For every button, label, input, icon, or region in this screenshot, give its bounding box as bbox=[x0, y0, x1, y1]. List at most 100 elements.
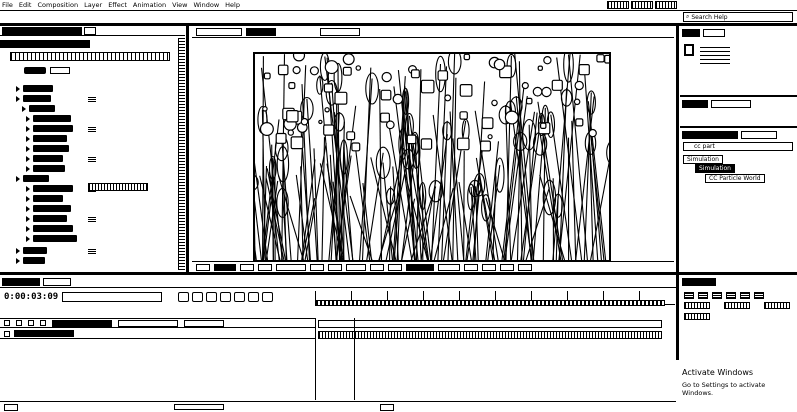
menu-window[interactable]: Window bbox=[194, 1, 220, 9]
layer-select[interactable] bbox=[10, 52, 170, 61]
zoom-slider[interactable] bbox=[174, 404, 224, 410]
disclosure-triangle-icon[interactable] bbox=[16, 95, 20, 102]
fast-previews-icon[interactable] bbox=[482, 263, 496, 271]
effect-property-value[interactable] bbox=[88, 248, 96, 254]
effect-property-value[interactable] bbox=[88, 96, 96, 102]
align-left-icon[interactable] bbox=[684, 292, 694, 299]
parent-column[interactable] bbox=[184, 319, 224, 327]
menu-composition[interactable]: Composition bbox=[37, 1, 78, 9]
align-right-icon[interactable] bbox=[712, 292, 722, 299]
composition-frame[interactable] bbox=[253, 52, 611, 262]
current-time-display[interactable]: 0:00:03:09 bbox=[4, 292, 58, 302]
timeline-icon[interactable] bbox=[500, 263, 514, 271]
effect-property-row[interactable] bbox=[16, 174, 49, 183]
composition-mini-flowchart-icon[interactable] bbox=[178, 292, 189, 302]
justify-center-icon[interactable] bbox=[740, 292, 750, 299]
disclosure-triangle-icon[interactable] bbox=[26, 195, 30, 202]
disclosure-triangle-icon[interactable] bbox=[16, 85, 20, 92]
tab-effect-controls[interactable] bbox=[2, 26, 82, 35]
disclosure-triangle-icon[interactable] bbox=[26, 145, 30, 152]
effects-category[interactable]: Simulation bbox=[683, 155, 723, 164]
menu-effect[interactable]: Effect bbox=[108, 1, 127, 9]
current-time-indicator[interactable] bbox=[354, 318, 355, 400]
brainstorm-icon[interactable] bbox=[248, 292, 259, 302]
effect-property-row[interactable] bbox=[26, 184, 73, 193]
disclosure-triangle-icon[interactable] bbox=[22, 105, 26, 112]
effect-property-row[interactable] bbox=[26, 234, 77, 243]
mask-button[interactable] bbox=[258, 263, 272, 271]
effect-property-row[interactable] bbox=[16, 84, 53, 93]
reset-button[interactable] bbox=[24, 67, 46, 74]
effect-property-row[interactable] bbox=[16, 246, 47, 255]
disclosure-triangle-icon[interactable] bbox=[26, 135, 30, 142]
disclosure-triangle-icon[interactable] bbox=[26, 215, 30, 222]
snapshot-icon[interactable] bbox=[310, 263, 324, 271]
disclosure-triangle-icon[interactable] bbox=[26, 155, 30, 162]
menu-file[interactable]: File bbox=[2, 1, 13, 9]
justify-all-icon[interactable] bbox=[754, 292, 764, 299]
eye-icon[interactable] bbox=[4, 320, 10, 326]
toggle-switches-icon[interactable] bbox=[4, 403, 18, 411]
motion-blur-icon[interactable] bbox=[234, 292, 245, 302]
workspace-button[interactable] bbox=[607, 1, 629, 9]
menu-animation[interactable]: Animation bbox=[133, 1, 166, 9]
effect-property-row[interactable] bbox=[22, 104, 55, 113]
disclosure-triangle-icon[interactable] bbox=[16, 257, 20, 264]
align-center-icon[interactable] bbox=[698, 292, 708, 299]
camera-select[interactable] bbox=[406, 263, 434, 271]
effect-property-row[interactable] bbox=[26, 154, 63, 163]
effect-property-row[interactable] bbox=[16, 256, 45, 265]
indent-left-field[interactable] bbox=[684, 302, 710, 309]
menu-view[interactable]: View bbox=[172, 1, 187, 9]
tab-timeline-comp[interactable] bbox=[2, 277, 40, 286]
disclosure-triangle-icon[interactable] bbox=[26, 235, 30, 242]
indent-first-field[interactable] bbox=[764, 302, 790, 309]
resolution-select[interactable] bbox=[346, 263, 366, 271]
channel-icon[interactable] bbox=[328, 263, 342, 271]
effect-property-value[interactable] bbox=[88, 126, 96, 132]
frame-blending-icon[interactable] bbox=[220, 292, 231, 302]
tab-paragraph[interactable] bbox=[682, 278, 716, 286]
tab-info[interactable] bbox=[682, 29, 700, 37]
layer-duration-bar[interactable] bbox=[318, 331, 662, 339]
always-preview-button[interactable] bbox=[196, 263, 210, 271]
timeline-search-input[interactable] bbox=[62, 292, 162, 302]
layer-name-column[interactable] bbox=[52, 319, 112, 327]
disclosure-triangle-icon[interactable] bbox=[26, 115, 30, 122]
effect-property-row[interactable] bbox=[26, 194, 63, 203]
effect-property-row[interactable] bbox=[26, 204, 71, 213]
effect-property-row[interactable] bbox=[26, 124, 73, 133]
eye-icon[interactable] bbox=[4, 330, 10, 337]
zoom-out-icon[interactable] bbox=[380, 403, 394, 411]
transparency-button[interactable] bbox=[388, 263, 402, 271]
tab-audio[interactable] bbox=[703, 29, 725, 37]
draft-3d-icon[interactable] bbox=[192, 292, 203, 302]
effect-property-value[interactable] bbox=[88, 216, 96, 222]
vertical-scrollbar[interactable] bbox=[178, 38, 185, 270]
tab-render-queue[interactable] bbox=[43, 277, 71, 286]
menu-help[interactable]: Help bbox=[225, 1, 240, 9]
tab-preview[interactable] bbox=[682, 100, 708, 108]
disclosure-triangle-icon[interactable] bbox=[26, 185, 30, 192]
about-button[interactable] bbox=[50, 67, 70, 74]
disclosure-triangle-icon[interactable] bbox=[16, 175, 20, 182]
solo-icon[interactable] bbox=[28, 320, 34, 326]
toggle-pixel-aspect-icon[interactable] bbox=[464, 263, 478, 271]
current-time-display[interactable] bbox=[276, 263, 306, 271]
graph-editor-icon[interactable] bbox=[262, 292, 273, 302]
search-help-field[interactable]: ⌕ Search Help bbox=[683, 12, 793, 22]
layer-duration-bar[interactable] bbox=[318, 320, 662, 328]
lock-icon[interactable] bbox=[40, 320, 46, 326]
layer-row[interactable] bbox=[0, 329, 315, 339]
tab-layer[interactable] bbox=[320, 27, 360, 36]
tab-composition-active[interactable] bbox=[246, 27, 276, 36]
disclosure-triangle-icon[interactable] bbox=[26, 165, 30, 172]
effect-property-row[interactable] bbox=[26, 134, 67, 143]
effect-property-row[interactable] bbox=[26, 114, 71, 123]
audio-icon[interactable] bbox=[16, 320, 22, 326]
tab-character[interactable] bbox=[741, 131, 777, 139]
tab-menu[interactable] bbox=[84, 26, 96, 35]
property-value-field[interactable] bbox=[88, 183, 148, 191]
effect-property-row[interactable] bbox=[16, 94, 51, 103]
workspace-button[interactable] bbox=[655, 1, 677, 9]
